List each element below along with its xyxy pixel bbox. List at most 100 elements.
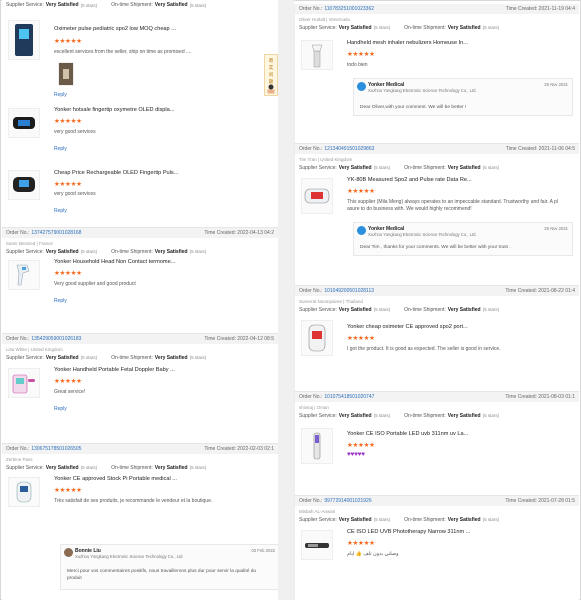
review-comment: I got the product. It is good as expecte… [347, 346, 501, 352]
product-title[interactable]: Yonker hotsale fingertip oxymetre OLED d… [54, 107, 174, 113]
shipment-label: On-time Shipment: [404, 412, 446, 419]
supplier-service-label: Supplier Service: [299, 24, 337, 31]
oximeter-icon [304, 188, 330, 204]
doppler-icon [12, 374, 35, 394]
review-item: Yonker Household Head Non Contact termom… [2, 256, 278, 318]
review-photo[interactable] [58, 62, 74, 86]
product-thumbnail[interactable] [301, 428, 333, 464]
review-comment: Great service! [54, 389, 86, 395]
product-thumbnail[interactable] [8, 108, 40, 138]
oximeter-case-icon [15, 24, 33, 56]
order-number-link[interactable]: 135429059001026183 [31, 336, 81, 342]
product-title[interactable]: Handheld mesh inhaler nebulizers Homeuse… [347, 40, 468, 46]
service-rating: Supplier Service: Very Satisfied (5 star… [295, 163, 579, 172]
order-card: Order No.: 137427579001028168 Time Creat… [2, 228, 278, 334]
order-number-link[interactable]: 101049200501028113 [324, 288, 374, 294]
seller-company: Xuzhou Yongkang Electronic Science Techn… [368, 88, 477, 93]
product-title[interactable]: Yonker CE approved Stock Pi Portable med… [54, 476, 177, 482]
shipment-label: On-time Shipment: [404, 306, 446, 313]
product-title[interactable]: YK-80B Measured Spo2 and Pulse rate Data… [347, 177, 472, 183]
time-created: Time Created: 2022-04-13 04:2 [204, 230, 274, 236]
reply-link[interactable]: Reply [54, 208, 67, 214]
time-created: Time Created: 2021-11-06 04:5 [506, 146, 575, 152]
shipment-label: On-time Shipment: [111, 2, 153, 8]
supplier-service-value: Very Satisfied [338, 412, 372, 419]
reply-link[interactable]: Reply [54, 146, 67, 152]
shipment-stars: (5 stars) [482, 307, 500, 312]
product-thumbnail[interactable] [301, 40, 333, 70]
service-rating: Supplier Service: Very Satisfied (5 star… [2, 463, 278, 472]
product-thumbnail[interactable] [8, 260, 40, 290]
supplier-service-value: Very Satisfied [338, 164, 372, 171]
oximeter-icon [13, 177, 35, 192]
product-title[interactable]: Oximeter pulse pediatric spo2 low MOQ ch… [54, 26, 176, 32]
left-column: Supplier Service: Very Satisfied (5 star… [2, 0, 278, 600]
review-comment: Very good supplier and good product [54, 281, 136, 287]
shipment-label: On-time Shipment: [111, 354, 153, 361]
product-title[interactable]: Yonker Handheld Portable Fetal Doppler B… [54, 367, 175, 373]
review-item: Handheld mesh inhaler nebulizers Homeuse… [295, 32, 579, 142]
product-thumbnail[interactable] [8, 368, 40, 398]
order-number-link[interactable]: 101075418501020747 [324, 394, 374, 400]
order-number-link[interactable]: 110783251001023362 [324, 6, 374, 12]
reply-link[interactable]: Reply [54, 406, 67, 412]
rating-stars: ★★★★★ [54, 487, 82, 494]
time-value: 2022-02-03 02:1 [237, 446, 274, 452]
time-value: 2021-08-03 01:1 [538, 394, 575, 400]
product-title[interactable]: Cheap Price Rechargeable OLED Fingertip … [54, 170, 178, 176]
reply-date: 03 Feb 2022 [251, 548, 275, 553]
buyer-name: Zerbine Pass [6, 457, 33, 462]
product-thumbnail[interactable] [8, 477, 40, 507]
product-thumbnail[interactable] [8, 20, 40, 60]
supplier-service-label: Supplier Service: [299, 412, 337, 419]
supplier-service-label: Supplier Service: [299, 164, 337, 171]
rating-stars: ★★★★★ [54, 270, 82, 277]
product-title[interactable]: Yonker Household Head Non Contact termom… [54, 259, 175, 265]
time-value: 2022-04-13 04:2 [237, 230, 274, 236]
review-item: Yonker CE ISO Portable LED uvb 311nm uv … [295, 420, 579, 490]
review-item: CE ISO LED UVB Phototherapy Narrow 311nm… [295, 524, 579, 594]
column-divider [278, 0, 294, 600]
product-title[interactable]: Yonker cheap oximeter CE approved spo2 p… [347, 324, 468, 330]
order-label: Order No.: [6, 336, 30, 342]
time-value: 2021-11-19 04:4 [538, 6, 575, 12]
shipment-stars: (5 stars) [482, 413, 500, 418]
reply-link[interactable]: Reply [54, 298, 67, 304]
time-label: Time Created: [505, 498, 537, 504]
supplier-service-label: Supplier Service: [299, 306, 337, 313]
product-thumbnail[interactable] [301, 530, 333, 560]
rating-stars: ★★★★★ [347, 188, 375, 195]
product-thumbnail[interactable] [301, 178, 333, 214]
thermometer-icon [16, 264, 30, 286]
time-created: Time Created: 2022-02-03 02:1 [204, 446, 274, 452]
buyer-name: Lisa White | United Kingdom [6, 347, 63, 352]
order-header: Order No.: 130675178501026505 Time Creat… [2, 444, 278, 454]
product-thumbnail[interactable] [301, 320, 333, 356]
review-comment: very good services [54, 129, 96, 135]
shipment-value: Very Satisfied [447, 516, 481, 523]
shipment-label: On-time Shipment: [111, 464, 153, 471]
order-number-link[interactable]: 130675178501026505 [31, 446, 81, 452]
order-number-link[interactable]: 121340491501029863 [324, 146, 374, 152]
time-label: Time Created: [505, 288, 537, 294]
order-header: Order No.: 137427579001028168 Time Creat… [2, 228, 278, 238]
supplier-service-stars: (5 stars) [373, 165, 391, 170]
rating-stars: ★★★★★ [347, 51, 375, 58]
time-created: Time Created: 2021-11-19 04:4 [506, 6, 575, 12]
buyer-name: Sureerat Noompairee | Thailand [299, 299, 363, 304]
reply-link[interactable]: Reply [54, 92, 67, 98]
shipment-stars: (5 stars) [189, 465, 207, 470]
time-value: 2021-07-28 01:5 [538, 498, 575, 504]
product-title[interactable]: Yonker CE ISO Portable LED uvb 311nm uv … [347, 431, 468, 437]
seller-avatar [64, 548, 73, 557]
product-thumbnail[interactable] [8, 170, 40, 200]
order-number-link[interactable]: 137427579001028168 [31, 230, 81, 236]
product-title[interactable]: CE ISO LED UVB Phototherapy Narrow 311nm… [347, 529, 470, 535]
review-item: YK-80B Measured Spo2 and Pulse rate Data… [295, 172, 579, 284]
time-label: Time Created: [505, 146, 538, 152]
order-label: Order No.: [6, 230, 30, 236]
order-label: Order No.: [299, 288, 323, 294]
time-value: 2021-08-22 01:4 [538, 288, 575, 294]
order-number-link[interactable]: 99772914001021926 [324, 498, 371, 504]
reply-date: 25 Nov 2021 [544, 226, 568, 231]
